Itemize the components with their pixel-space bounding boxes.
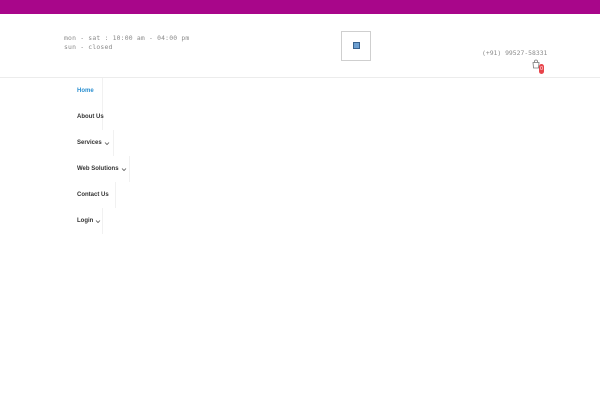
nav-web-solutions-label: Web Solutions xyxy=(77,166,119,172)
nav-about-us[interactable]: About Us xyxy=(72,104,104,130)
hours-sunday: sun - closed xyxy=(64,43,113,51)
nav-login-label: Login xyxy=(77,218,94,224)
phone-number[interactable]: (+91) 99527-58331 xyxy=(482,49,547,57)
nav-services[interactable]: Services xyxy=(72,130,114,156)
nav-services-label: Services xyxy=(77,140,102,146)
chevron-down-icon xyxy=(96,219,101,223)
chevron-down-icon xyxy=(104,141,109,145)
nav-home-label: Home xyxy=(77,88,94,94)
main-navigation: Home About Us Services Web Solutions Con… xyxy=(72,78,192,234)
cart-count-badge: 0 xyxy=(539,64,544,74)
nav-contact-us-label: Contact Us xyxy=(77,192,109,198)
logo-image-icon xyxy=(353,42,360,49)
top-accent-bar xyxy=(0,0,600,14)
nav-home[interactable]: Home xyxy=(72,78,103,104)
nav-web-solutions[interactable]: Web Solutions xyxy=(72,156,130,182)
site-logo[interactable] xyxy=(341,31,371,61)
opening-hours: mon - sat : 10:00 am - 04:00 pm sun - cl… xyxy=(64,34,189,52)
chevron-down-icon xyxy=(121,167,126,171)
hours-weekdays: mon - sat : 10:00 am - 04:00 pm xyxy=(64,34,190,42)
nav-contact-us[interactable]: Contact Us xyxy=(72,182,116,208)
nav-login[interactable]: Login xyxy=(72,208,103,234)
nav-about-us-label: About Us xyxy=(77,114,104,120)
